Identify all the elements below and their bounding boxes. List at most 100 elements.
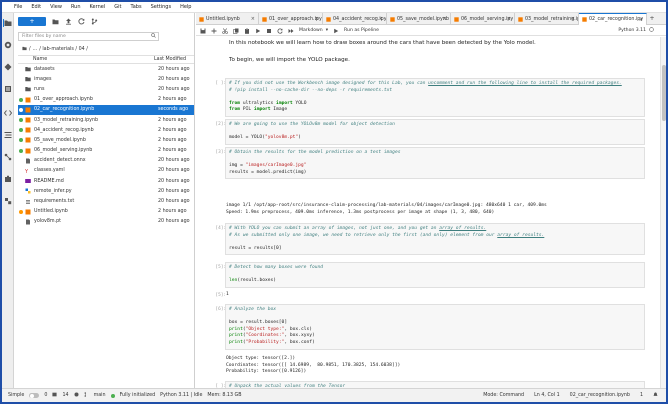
close-icon[interactable]: × (507, 16, 511, 22)
file-row[interactable]: 02_car_recognition.ipynb seconds ago (18, 104, 194, 115)
paste-icon[interactable] (244, 27, 250, 34)
close-icon[interactable]: × (379, 16, 383, 22)
run-as-pipeline-button[interactable]: Run as Pipeline (344, 28, 379, 33)
notebook-content[interactable]: In this notebook we will learn how to dr… (196, 37, 660, 388)
breadcrumb-path[interactable]: / lab-materials / 04 / (39, 47, 88, 52)
file-row[interactable]: accident_detect.onnx 20 hours ago (18, 156, 194, 166)
file-modified: 2 hours ago (158, 97, 187, 103)
menu-settings[interactable]: Settings (151, 4, 172, 10)
git-icon[interactable] (4, 63, 12, 71)
restart-icon[interactable] (277, 27, 283, 34)
running-indicator-icon (19, 118, 23, 123)
file-row[interactable]: 06_model_serving.ipynb 2 hours ago (18, 146, 194, 156)
add-cell-icon[interactable] (211, 28, 217, 34)
close-icon[interactable]: × (315, 16, 319, 22)
menu-run[interactable]: Run (71, 4, 81, 10)
puzzle-icon[interactable] (4, 197, 12, 205)
notebook-icon (25, 117, 31, 123)
code-cell[interactable]: # Obtain the results for the model predi… (225, 147, 645, 180)
close-icon[interactable]: × (251, 16, 255, 22)
code-cell[interactable]: # Unpack the actual values from the Tens… (225, 381, 645, 388)
file-row[interactable]: 01_over_approach.ipynb 2 hours ago (18, 95, 194, 105)
tab-notebook[interactable]: 06_model_serving.ipy × (451, 13, 515, 25)
markdown-cell-intro[interactable]: In this notebook we will learn how to dr… (229, 40, 536, 46)
file-row[interactable]: Untitled.ipynb 2 hours ago (18, 207, 194, 217)
new-launcher-button[interactable]: + (18, 16, 46, 26)
close-icon[interactable]: × (443, 16, 447, 22)
new-tab-button[interactable]: + (647, 13, 657, 24)
cut-icon[interactable] (222, 27, 228, 34)
file-row[interactable]: 05_save_model.ipynb 2 hours ago (18, 135, 194, 145)
menu-kernel[interactable]: Kernel (90, 4, 106, 10)
refresh-icon[interactable] (78, 17, 85, 25)
simple-mode-toggle[interactable] (29, 393, 40, 398)
tab-notebook[interactable]: 04_accident_recog.ipy × (323, 13, 387, 25)
file-row[interactable]: requirements.txt 20 hours ago (18, 196, 194, 206)
file-row[interactable]: datasets 20 hours ago (18, 64, 194, 74)
close-icon[interactable]: × (571, 16, 575, 22)
file-row[interactable]: README.md 20 hours ago (18, 176, 194, 186)
menu-edit[interactable]: Edit (31, 4, 41, 10)
git-branch[interactable]: main (94, 393, 106, 398)
code-cell[interactable]: # Detect how many boxes were found len(r… (225, 262, 645, 288)
git-clone-icon[interactable] (91, 18, 98, 25)
menu-tabs[interactable]: Tabs (130, 4, 141, 10)
fast-forward-icon[interactable] (288, 28, 294, 34)
upload-icon[interactable] (65, 18, 72, 25)
file-row[interactable]: 03_model_retraining.ipynb 2 hours ago (18, 115, 194, 125)
menu-help[interactable]: Help (180, 4, 191, 10)
tab-notebook[interactable]: 05_save_model.ipynb × (387, 13, 451, 25)
code-cell[interactable]: # We are going to use the YOLOv8m model … (225, 119, 645, 145)
menu-view[interactable]: View (50, 4, 62, 10)
column-last-modified[interactable]: Last Modified (154, 57, 194, 62)
code-cell[interactable]: # With YOLO you can submit an array of i… (225, 223, 645, 256)
new-folder-icon[interactable] (52, 18, 59, 25)
kernel-indicator[interactable]: Python 3.11 (618, 27, 654, 34)
code-cell[interactable]: # Analyze the box box = result.boxes[0] … (225, 304, 645, 350)
property-inspector-icon[interactable] (4, 85, 12, 93)
cell-type-select[interactable]: Markdown ▾ (299, 28, 328, 33)
toc-icon[interactable] (4, 131, 12, 139)
running-icon[interactable] (4, 41, 12, 49)
breadcrumb-root[interactable]: / (29, 47, 31, 52)
left-sidebar-rail (2, 13, 14, 388)
menu-git[interactable]: Git (114, 4, 121, 10)
run-icon[interactable] (255, 28, 261, 34)
notification-count[interactable]: 1 (640, 393, 643, 398)
save-icon[interactable] (200, 28, 206, 34)
column-name[interactable]: Name (18, 57, 154, 62)
file-row[interactable]: 04_accident_recog.ipynb 2 hours ago (18, 125, 194, 135)
copy-icon[interactable] (233, 28, 239, 34)
scrollbar-thumb[interactable] (662, 65, 666, 121)
file-row[interactable]: yolov8m.pt 20 hours ago (18, 217, 194, 227)
file-row[interactable]: runs 20 hours ago (18, 84, 194, 94)
simple-mode-label: Simple (8, 393, 25, 398)
bell-icon[interactable] (653, 392, 658, 399)
stop-icon[interactable] (266, 28, 272, 34)
breadcrumb-home-icon[interactable] (22, 46, 27, 53)
filter-files-input[interactable]: Filter files by name (18, 32, 159, 41)
tab-notebook[interactable]: 02_car_recognition.ipy × (579, 13, 647, 25)
menu-file[interactable]: File (14, 4, 22, 10)
kernel-name-status[interactable]: Python 3.11 | Idle (160, 393, 202, 398)
code-snippets-icon[interactable] (4, 109, 12, 117)
file-row[interactable]: Yclasses.yaml 20 hours ago (18, 166, 194, 176)
breadcrumb-ellipsis[interactable]: ... (33, 47, 38, 52)
extensions-icon[interactable] (4, 175, 12, 183)
folder-icon[interactable] (3, 19, 13, 27)
file-row[interactable]: images 20 hours ago (18, 74, 194, 84)
tab-notebook[interactable]: 03_model_retraining.ip × (515, 13, 579, 25)
cursor-position[interactable]: Ln 4, Col 1 (534, 393, 560, 398)
markdown-cell-import[interactable]: To begin, we will import the YOLO packag… (229, 57, 350, 63)
close-icon[interactable]: × (639, 17, 643, 23)
cell-output-predict: image 1/1 /opt/app-root/src/insurance-cl… (226, 203, 547, 215)
tab-notebook[interactable]: Untitled.ipynb × (196, 13, 259, 25)
pipeline-icon[interactable] (4, 153, 12, 161)
tab-notebook[interactable]: 01_over_approach.ipyr × (259, 13, 323, 25)
file-modified: 20 hours ago (158, 178, 190, 184)
file-row[interactable]: remote_infer.py 20 hours ago (18, 186, 194, 196)
pipeline-run-icon[interactable] (333, 28, 339, 34)
notebook-scrollbar[interactable] (660, 37, 666, 388)
code-cell[interactable]: # If you did not use the Workbench image… (225, 78, 645, 117)
folder-icon (25, 76, 31, 82)
